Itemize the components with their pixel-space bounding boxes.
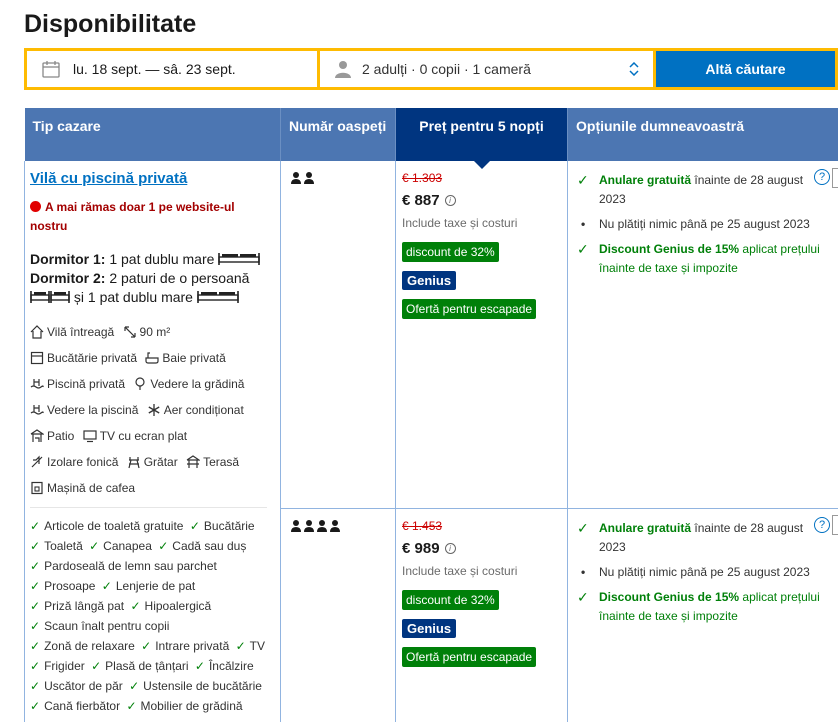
escape-deal-badge: Ofertă pentru escapade — [402, 646, 537, 667]
old-price: € 1.453 — [402, 518, 443, 533]
facility-item: Grătar — [127, 449, 178, 475]
house-icon — [30, 325, 44, 339]
facility-item: Patio — [30, 423, 74, 449]
facility-item: TV cu ecran plat — [83, 423, 187, 449]
single-bed-icon — [30, 291, 50, 303]
price-cell: € 1.303 € 887 i Include taxe și costuri d… — [395, 161, 568, 509]
alert-dot-icon — [30, 201, 41, 212]
header-guests: Număr oaspeți — [280, 108, 396, 161]
calendar-icon — [42, 61, 60, 78]
single-bed-icon — [50, 291, 70, 303]
price-cell: € 1.453 € 989 i Include taxe și costuri d… — [395, 508, 568, 722]
current-price: € 989 i — [402, 540, 560, 557]
garden-icon — [135, 377, 145, 390]
facility-item: Terasă — [186, 449, 239, 475]
help-icon[interactable]: ? — [814, 516, 830, 533]
area-icon — [123, 326, 136, 338]
facility-item: Vedere la piscină — [30, 397, 138, 423]
coffee-icon — [31, 481, 43, 495]
guests-summary: 2 adulți · 0 copii · 1 cameră — [362, 61, 531, 77]
bullet-icon: • — [581, 217, 586, 231]
availability-table: Tip cazare Număr oaspeți Preț pentru 5 n… — [24, 108, 838, 722]
header-price[interactable]: Preț pentru 5 nopți — [395, 108, 568, 169]
free-cancellation: ✓ Anulare gratuită înainte de 28 august 2… — [577, 171, 830, 209]
person-icon — [335, 61, 351, 78]
facility-item: Baie privată — [145, 345, 226, 371]
check-icon: ✓ — [577, 241, 589, 257]
guests-selector[interactable]: 2 adulți · 0 copii · 1 cameră — [320, 51, 653, 87]
search-again-button[interactable]: Altă căutare — [656, 51, 835, 87]
facility-item: Mașină de cafea — [30, 475, 135, 501]
next-column-edge — [832, 168, 838, 188]
scarcity-message: A mai rămas doar 1 pe website-ul nostru — [30, 200, 235, 233]
info-icon[interactable]: i — [444, 542, 456, 554]
grill-icon — [128, 457, 140, 469]
header-options: Opțiunile dumneavoastră — [567, 108, 838, 161]
room-type-cell: Vilă cu piscină privată A mai rămas doar… — [24, 161, 281, 722]
pay-later-note: • Nu plătiți nimic până pe 25 august 2023 — [577, 563, 830, 582]
facility-item: Vilă întreagă — [30, 319, 114, 345]
header-type: Tip cazare — [24, 108, 281, 161]
genius-discount-note: ✓ Discount Genius de 15% aplicat prețului… — [577, 588, 830, 626]
tax-note: Include taxe și costuri — [402, 216, 518, 230]
discount-badge: discount de 32% — [402, 242, 499, 262]
bullet-icon: • — [581, 564, 586, 579]
date-picker[interactable]: lu. 18 sept. — sâ. 23 sept. — [27, 51, 317, 87]
divider — [30, 507, 267, 508]
tv-icon — [83, 430, 97, 443]
bed-info: Dormitor 1: 1 pat dublu mare Dormitor 2:… — [30, 250, 275, 307]
double-bed-icon — [218, 253, 261, 265]
escape-deal-badge: Ofertă pentru escapade — [402, 299, 537, 319]
genius-badge: Genius — [402, 618, 457, 638]
free-cancellation: ✓ Anulare gratuită înainte de 28 august 2… — [577, 519, 830, 557]
current-price: € 887 i — [402, 192, 560, 209]
room-name-link[interactable]: Vilă cu piscină privată — [30, 170, 187, 187]
search-bar: lu. 18 sept. — sâ. 23 sept. 2 adulți · 0… — [24, 48, 838, 90]
discount-badge: discount de 32% — [402, 589, 499, 610]
terrace-icon — [186, 455, 202, 468]
pool-icon — [30, 379, 44, 389]
old-price: € 1.303 — [402, 171, 443, 185]
snowflake-icon — [148, 404, 160, 416]
facilities-list: Vilă întreagă 90 m² Bucătărie privată Ba… — [30, 319, 275, 501]
next-column-edge — [832, 515, 838, 535]
genius-discount-note: ✓ Discount Genius de 15% aplicat prețului… — [577, 240, 830, 278]
bath-icon — [145, 352, 159, 364]
guests-cell — [280, 161, 396, 509]
guests-cell — [280, 508, 396, 722]
facility-item: Aer condiționat — [147, 397, 244, 423]
facility-item: Piscină privată — [30, 371, 125, 397]
facility-item: Izolare fonică — [30, 449, 118, 475]
options-cell: ? ✓ Anulare gratuită înainte de 28 august… — [567, 508, 838, 722]
chevron-updown-icon — [629, 62, 639, 76]
check-icon: ✓ — [577, 519, 589, 536]
options-cell: ? ✓ Anulare gratuită înainte de 28 august… — [567, 161, 838, 509]
genius-badge: Genius — [402, 271, 457, 290]
tax-note: Include taxe și costuri — [402, 563, 518, 578]
pay-later-note: • Nu plătiți nimic până pe 25 august 2023 — [577, 215, 830, 234]
header-price-label: Preț pentru 5 nopți — [419, 118, 544, 134]
help-icon[interactable]: ? — [814, 169, 830, 185]
double-bed-icon — [197, 291, 239, 303]
sort-indicator — [472, 160, 491, 169]
date-range: lu. 18 sept. — sâ. 23 sept. — [73, 61, 236, 77]
facility-item: Vedere la grădină — [133, 371, 244, 397]
patio-icon — [30, 429, 45, 442]
pool-view-icon — [30, 405, 44, 415]
soundproof-icon — [31, 455, 43, 468]
check-icon: ✓ — [577, 172, 589, 188]
four-persons-icon — [291, 519, 340, 532]
check-icon: ✓ — [577, 588, 589, 605]
facility-item: Bucătărie privată — [30, 345, 137, 371]
kitchen-icon — [30, 351, 44, 365]
info-icon[interactable]: i — [444, 195, 456, 206]
facility-item: 90 m² — [123, 319, 170, 345]
page-title: Disponibilitate — [24, 10, 197, 38]
amenities-list: ✓ Articole de toaletă gratuite ✓ Bucătărie… — [30, 519, 265, 713]
two-persons-icon — [291, 172, 314, 184]
